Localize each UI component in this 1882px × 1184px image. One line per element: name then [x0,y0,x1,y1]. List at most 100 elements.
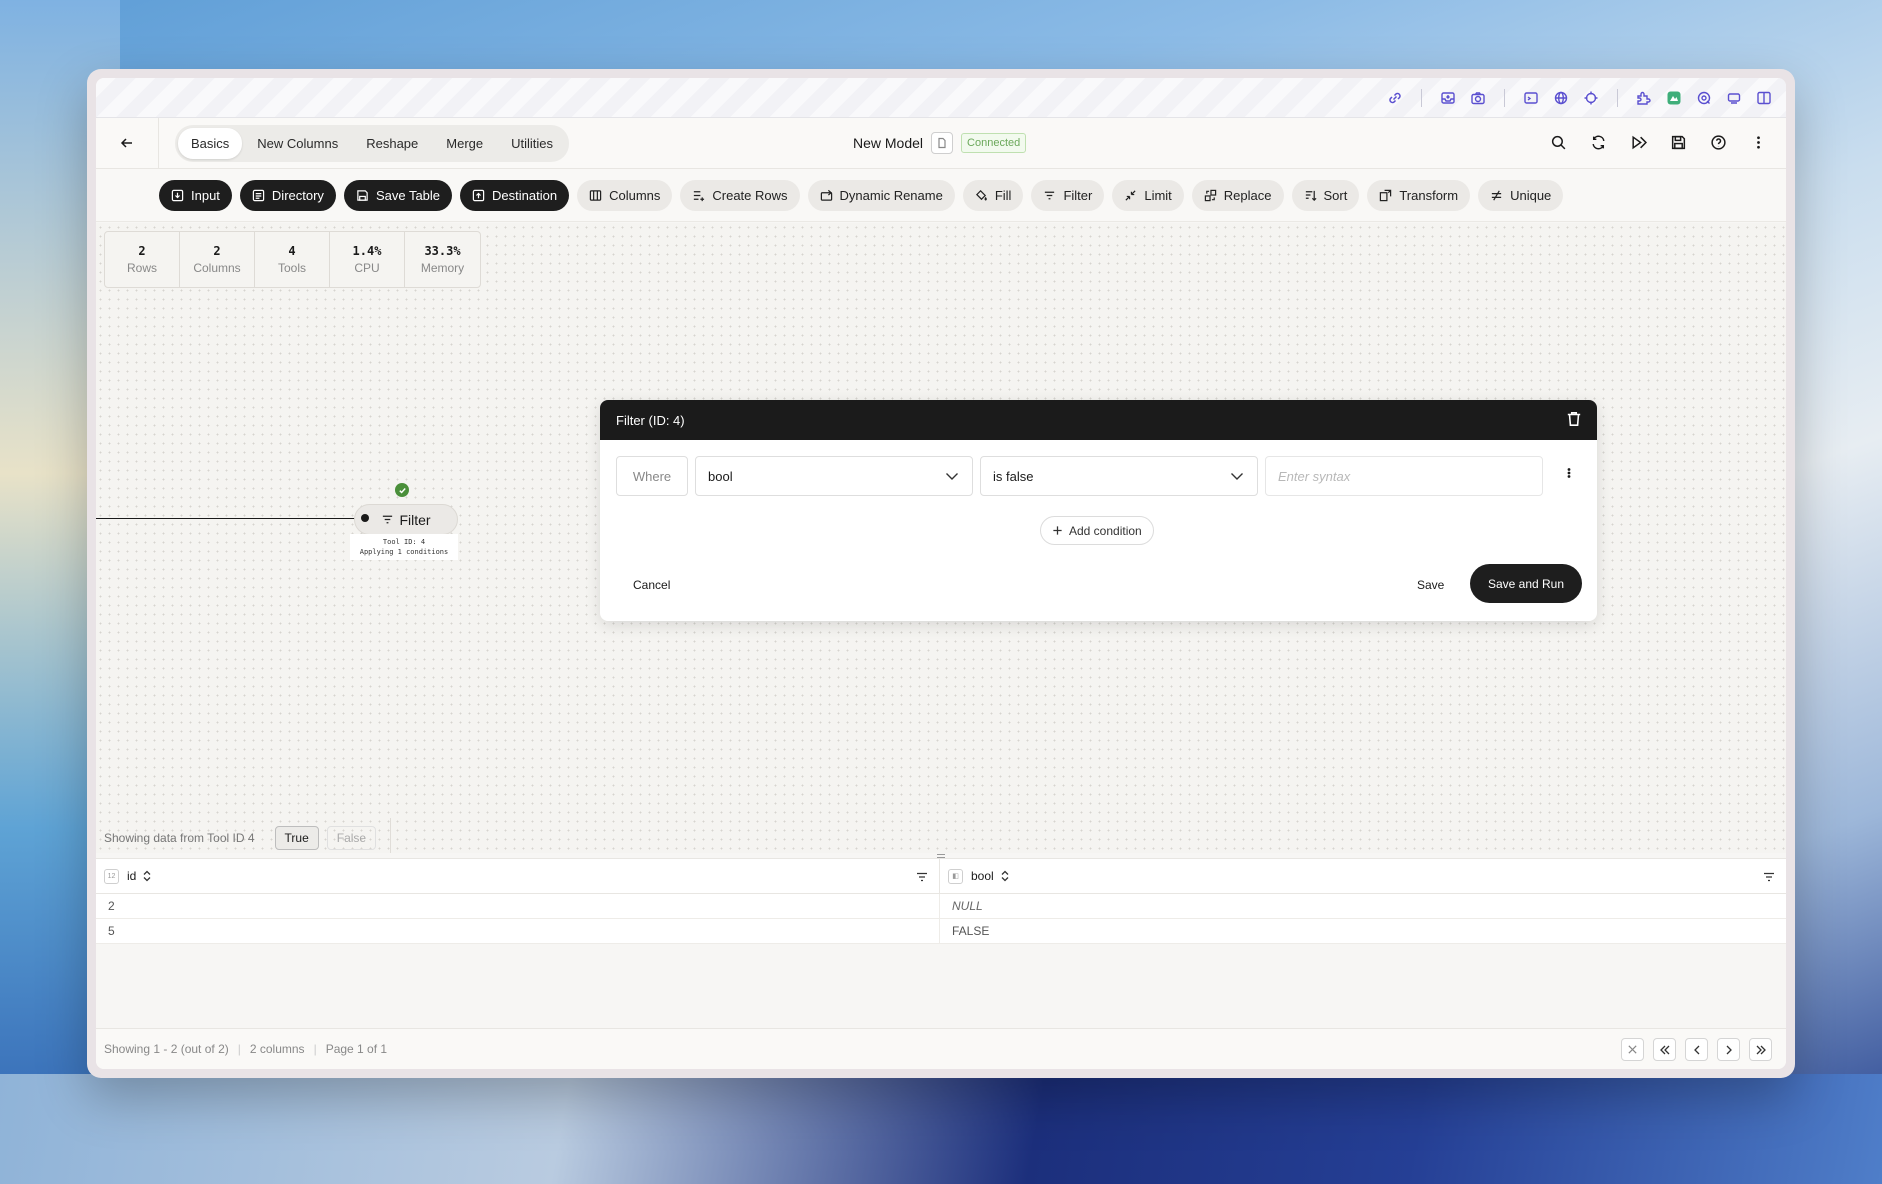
column-header-id[interactable]: 12 id [96,859,940,893]
tool-limit[interactable]: Limit [1112,179,1184,211]
tool-directory[interactable]: Directory [239,179,336,211]
save-icon[interactable] [1668,132,1688,152]
app-header: Basics New Columns Reshape Merge Utiliti… [96,117,1786,169]
chevron-down-icon [1231,473,1243,480]
tool-replace[interactable]: Replace [1191,179,1284,211]
workflow-canvas[interactable]: 2 Rows 2 Columns 4 Tools 1.4% CPU 33.3% Memor… [96,223,1786,853]
next-page-icon[interactable] [1717,1038,1740,1061]
tool-unique[interactable]: Unique [1478,179,1564,211]
crosshair-icon[interactable] [1581,88,1601,108]
tool-sort[interactable]: Sort [1291,179,1360,211]
true-false-toggle: True False [274,826,377,850]
sort-toggle-icon[interactable] [142,870,152,882]
tool-create-rows[interactable]: Create Rows [680,179,800,211]
syntax-input[interactable]: Enter syntax [1265,456,1543,496]
cell-bool[interactable]: NULL [940,894,1786,918]
tab-basics[interactable]: Basics [178,127,243,159]
more-vertical-icon[interactable] [1748,132,1768,152]
filter-node[interactable]: Filter [354,504,458,535]
tool-transform[interactable]: Transform [1367,179,1471,211]
model-title[interactable]: New Model [853,135,923,151]
inbox-icon[interactable] [1438,88,1458,108]
close-icon[interactable] [1621,1038,1644,1061]
document-icon[interactable] [931,132,954,154]
save-button[interactable]: Save [1417,578,1444,592]
condition-row: Where bool is false Enter syntax [616,456,1574,496]
save-and-run-button[interactable]: Save and Run [1470,564,1582,603]
chevron-down-icon [946,473,958,480]
column-filter-icon[interactable] [915,870,929,884]
divider [1421,88,1422,107]
column-select[interactable]: bool [695,456,973,496]
tool-dynamic-rename[interactable]: Dynamic Rename [807,179,955,211]
tool-columns[interactable]: Columns [577,179,673,211]
last-page-icon[interactable] [1749,1038,1772,1061]
limit-icon [1125,189,1136,201]
dialog-title: Filter (ID: 4) [616,412,685,428]
category-tabs: Basics New Columns Reshape Merge Utiliti… [175,124,570,162]
search-icon[interactable] [1548,132,1568,152]
showing-range: Showing 1 - 2 (out of 2) [104,1042,229,1056]
column-header-bool[interactable]: ◧ bool [940,859,1786,893]
filter-icon [1045,191,1055,199]
true-output-button[interactable]: True [274,826,319,850]
tab-merge[interactable]: Merge [433,128,496,159]
extension-icon[interactable] [1634,88,1654,108]
app-icon[interactable] [1664,88,1684,108]
globe-icon[interactable] [1551,88,1571,108]
back-button[interactable] [96,117,159,169]
cell-id[interactable]: 5 [96,919,940,943]
display-icon[interactable] [1724,88,1744,108]
tool-fill[interactable]: Fill [962,179,1024,211]
column-filter-icon[interactable] [1762,870,1776,884]
node-meta: Tool ID: 4 Applying 1 conditions [350,534,458,560]
tab-utilities[interactable]: Utilities [498,128,566,159]
divider [1617,88,1618,107]
header-actions [1548,132,1768,152]
status-badge: Connected [961,133,1027,153]
app-content: Basics New Columns Reshape Merge Utiliti… [96,78,1786,1069]
input-icon [171,189,184,201]
sort-toggle-icon[interactable] [1000,870,1010,882]
node-label: Filter [399,511,431,528]
tab-reshape[interactable]: Reshape [353,128,431,159]
refresh-icon[interactable] [1588,132,1608,152]
first-page-icon[interactable] [1653,1038,1676,1061]
table-row[interactable]: 5 FALSE [96,919,1786,944]
cell-bool[interactable]: FALSE [940,919,1786,943]
add-condition-button[interactable]: Add condition [1040,516,1154,545]
link-icon[interactable] [1385,88,1405,108]
sidebar-icon[interactable] [1754,88,1774,108]
table-row[interactable]: 2 NULL [96,894,1786,919]
camera-icon[interactable] [1468,88,1488,108]
destination-icon [472,189,485,201]
previous-page-icon[interactable] [1685,1038,1708,1061]
operator-select[interactable]: is false [980,456,1258,496]
stats-panel: 2 Rows 2 Columns 4 Tools 1.4% CPU 33.3% Memor… [104,231,481,288]
data-source-bar: Showing data from Tool ID 4 True False [96,823,377,853]
divider [390,818,391,853]
tab-new-columns[interactable]: New Columns [244,128,351,159]
save-table-icon [357,189,368,201]
condition-more-icon[interactable] [1564,466,1574,487]
arrow-left-icon [120,138,132,148]
cell-id[interactable]: 2 [96,894,940,918]
divider: | [313,1042,317,1056]
trash-icon[interactable] [1565,410,1583,431]
tool-input[interactable]: Input [159,179,232,211]
false-output-button[interactable]: False [326,826,377,850]
tool-filter[interactable]: Filter [1031,179,1105,211]
showing-data-text: Showing data from Tool ID 4 [104,831,255,845]
connection-edge[interactable] [96,518,364,519]
cancel-button[interactable]: Cancel [633,578,670,592]
help-icon[interactable] [1708,132,1728,152]
tool-save-table[interactable]: Save Table [343,179,453,211]
run-icon[interactable] [1628,132,1648,152]
where-label: Where [616,456,688,496]
node-input-port[interactable] [361,514,369,522]
terminal-icon[interactable] [1521,88,1541,108]
vpn-icon[interactable] [1694,88,1714,108]
divider: | [237,1042,241,1056]
stat-cpu: 1.4% CPU [330,232,405,287]
tool-destination[interactable]: Destination [460,179,570,211]
